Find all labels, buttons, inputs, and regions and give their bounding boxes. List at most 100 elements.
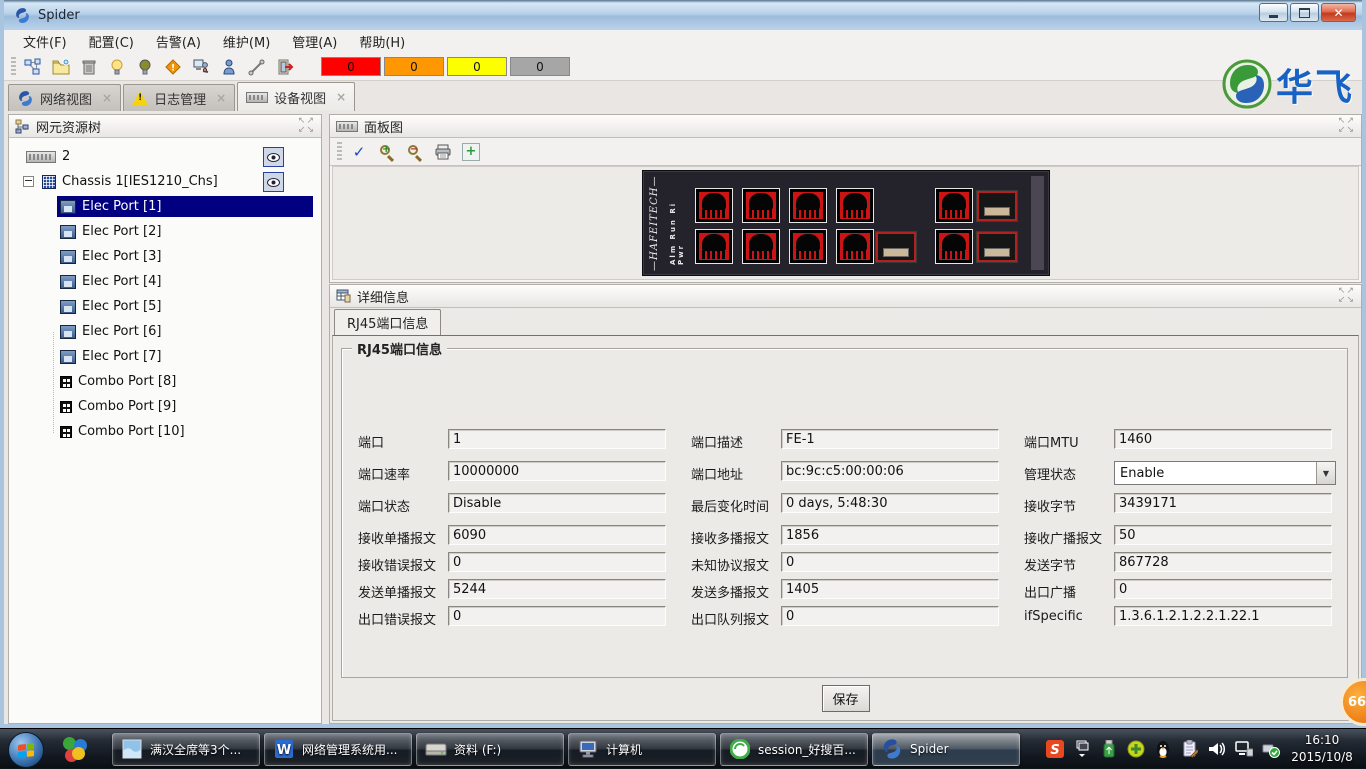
- collapse-icon[interactable]: [23, 176, 34, 187]
- tab-close-icon[interactable]: ×: [216, 91, 226, 105]
- panel-resize-icon[interactable]: ↖↗↙↘: [1338, 287, 1355, 305]
- port-status-field[interactable]: [448, 493, 666, 513]
- port-rj45-icon[interactable]: [696, 230, 732, 263]
- alarm-critical-count[interactable]: 0: [321, 57, 381, 76]
- taskbar-button-computer[interactable]: 计算机: [568, 733, 716, 766]
- port-rj45-icon[interactable]: [837, 230, 873, 263]
- delete-icon[interactable]: [76, 55, 102, 79]
- menu-maintain[interactable]: 维护(M): [212, 30, 281, 53]
- tree-node-port-7[interactable]: Elec Port [7]: [9, 344, 321, 369]
- network-icon[interactable]: [1235, 740, 1253, 758]
- out-queue-field[interactable]: [781, 606, 999, 626]
- user-icon[interactable]: [216, 55, 242, 79]
- tree-node-port-3[interactable]: Elec Port [3]: [9, 244, 321, 269]
- tab-network-view[interactable]: 网络视图 ×: [8, 84, 121, 111]
- minimize-button[interactable]: [1259, 3, 1288, 22]
- bulb-on-icon[interactable]: [104, 55, 130, 79]
- rx-unicast-field[interactable]: [448, 525, 666, 545]
- menu-help[interactable]: 帮助(H): [348, 30, 416, 53]
- maximize-button[interactable]: [1290, 3, 1319, 22]
- rx-multicast-field[interactable]: [781, 525, 999, 545]
- tx-multicast-field[interactable]: [781, 579, 999, 599]
- alarm-cleared-count[interactable]: 0: [510, 57, 570, 76]
- last-change-field[interactable]: [781, 493, 999, 513]
- menu-config[interactable]: 配置(C): [78, 30, 145, 53]
- volume-icon[interactable]: [1208, 740, 1226, 758]
- new-folder-icon[interactable]: [48, 55, 74, 79]
- exit-icon[interactable]: [272, 55, 298, 79]
- port-rj45-icon[interactable]: [696, 189, 732, 222]
- tree-node-port-10[interactable]: Combo Port [10]: [9, 419, 321, 444]
- close-button[interactable]: ✕: [1321, 3, 1356, 22]
- zoom-out-icon[interactable]: −: [402, 140, 428, 164]
- usb-eject-icon[interactable]: [1262, 740, 1280, 758]
- out-error-field[interactable]: [448, 606, 666, 626]
- tab-rj45-info[interactable]: RJ45端口信息: [334, 309, 441, 335]
- tab-close-icon[interactable]: ×: [336, 90, 346, 104]
- taskbar-button-browser[interactable]: session_好搜百...: [720, 733, 868, 766]
- device-manage-icon[interactable]: [188, 55, 214, 79]
- port-rj45-icon[interactable]: [790, 230, 826, 263]
- tree-node-port-9[interactable]: Combo Port [9]: [9, 394, 321, 419]
- antivirus-icon[interactable]: [1127, 740, 1145, 758]
- port-rj45-icon[interactable]: [936, 230, 972, 263]
- port-sfp-icon[interactable]: [977, 232, 1017, 262]
- panel-resize-icon[interactable]: ↖↗↙↘: [1338, 117, 1355, 135]
- taskbar-clock[interactable]: 16:10 2015/10/8: [1284, 732, 1360, 766]
- taskbar-button-spider[interactable]: Spider: [872, 733, 1020, 766]
- port-rj45-icon[interactable]: [936, 189, 972, 222]
- tree-node-port-2[interactable]: Elec Port [2]: [9, 219, 321, 244]
- print-icon[interactable]: [430, 140, 456, 164]
- ifspecific-field[interactable]: [1114, 606, 1332, 626]
- tree-node-port-4[interactable]: Elec Port [4]: [9, 269, 321, 294]
- rx-bytes-field[interactable]: [1114, 493, 1332, 513]
- taskbar-button-drive-f[interactable]: 资料 (F:): [416, 733, 564, 766]
- tab-log-manage[interactable]: 日志管理 ×: [123, 84, 235, 111]
- alarm-diamond-icon[interactable]: !: [160, 55, 186, 79]
- taskbar-button-photos[interactable]: 满汉全席等3个...: [112, 733, 260, 766]
- ime-toolbar-icon[interactable]: [1073, 740, 1091, 758]
- alarm-major-count[interactable]: 0: [384, 57, 444, 76]
- tab-device-view[interactable]: 设备视图 ×: [237, 82, 355, 111]
- qq-icon[interactable]: [1154, 740, 1172, 758]
- tree-node-port-5[interactable]: Elec Port [5]: [9, 294, 321, 319]
- eye-button[interactable]: [263, 172, 284, 192]
- topology-icon[interactable]: [20, 55, 46, 79]
- out-broadcast-field[interactable]: [1114, 579, 1332, 599]
- port-rj45-icon[interactable]: [790, 189, 826, 222]
- menu-file[interactable]: 文件(F): [12, 30, 78, 53]
- tree-node-port-8[interactable]: Combo Port [8]: [9, 369, 321, 394]
- save-button[interactable]: 保存: [822, 685, 870, 712]
- port-mac-field[interactable]: [781, 461, 999, 481]
- unknown-proto-field[interactable]: [781, 552, 999, 572]
- menu-manage[interactable]: 管理(A): [281, 30, 348, 53]
- port-speed-field[interactable]: [448, 461, 666, 481]
- rx-broadcast-field[interactable]: [1114, 525, 1332, 545]
- add-icon[interactable]: +: [458, 140, 484, 164]
- port-desc-field[interactable]: [781, 429, 999, 449]
- port-rj45-icon[interactable]: [743, 230, 779, 263]
- port-field[interactable]: [448, 429, 666, 449]
- eye-button[interactable]: [263, 147, 284, 167]
- tx-bytes-field[interactable]: [1114, 552, 1332, 572]
- draw-line-icon[interactable]: [244, 55, 270, 79]
- usb-storage-icon[interactable]: [1100, 740, 1118, 758]
- 360-launcher-icon[interactable]: [62, 736, 88, 762]
- rx-error-field[interactable]: [448, 552, 666, 572]
- port-sfp-icon[interactable]: [876, 232, 916, 262]
- start-button[interactable]: [8, 732, 44, 768]
- tree-node-root[interactable]: 2: [9, 144, 321, 169]
- port-rj45-icon[interactable]: [837, 189, 873, 222]
- tree-node-chassis[interactable]: Chassis 1[IES1210_Chs]: [9, 169, 321, 194]
- confirm-check-icon[interactable]: ✓: [346, 140, 372, 164]
- panel-resize-icon[interactable]: ↖↗↙↘: [298, 117, 315, 135]
- alarm-minor-count[interactable]: 0: [447, 57, 507, 76]
- tree-node-port-1[interactable]: Elec Port [1]: [9, 194, 321, 219]
- bulb-off-icon[interactable]: [132, 55, 158, 79]
- port-sfp-icon[interactable]: [977, 191, 1017, 221]
- taskbar-button-wps[interactable]: W 网络管理系统用...: [264, 733, 412, 766]
- port-mtu-field[interactable]: [1114, 429, 1332, 449]
- tree-node-port-6[interactable]: Elec Port [6]: [9, 319, 321, 344]
- port-rj45-icon[interactable]: [743, 189, 779, 222]
- tx-unicast-field[interactable]: [448, 579, 666, 599]
